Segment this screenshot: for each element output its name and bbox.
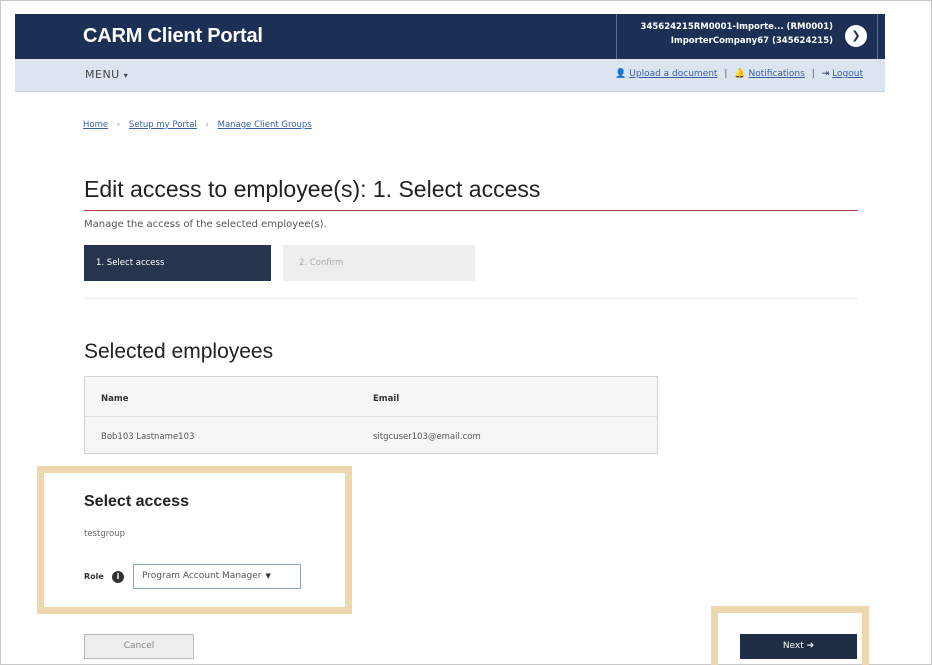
- breadcrumb-separator: ›: [205, 120, 209, 130]
- stepper-divider: [84, 298, 858, 299]
- breadcrumb-home[interactable]: Home: [83, 120, 108, 130]
- account-company: ImporterCompany67 (345624215): [670, 36, 833, 46]
- role-label: Role: [84, 572, 104, 581]
- table-header: Name Email: [85, 377, 657, 417]
- chevron-down-icon: ▾: [123, 71, 129, 80]
- account-name: 345624215RM0001-Importe... (RM0001): [640, 22, 833, 32]
- select-access-highlight: [37, 466, 352, 614]
- employee-email: sitgcuser103@email.com: [373, 432, 481, 442]
- column-header-email: Email: [373, 394, 400, 404]
- notifications-link[interactable]: Notifications: [748, 69, 804, 79]
- caret-down-icon: ▼: [265, 572, 271, 580]
- page-title: Edit access to employee(s): 1. Select ac…: [84, 176, 541, 202]
- title-divider: [84, 210, 858, 211]
- logout-icon: ⇥: [821, 69, 830, 79]
- select-access-title: Select access: [84, 493, 189, 510]
- menu-button[interactable]: MENU ▾: [85, 68, 128, 81]
- logout-link[interactable]: Logout: [832, 69, 863, 79]
- step-confirm: 2. Confirm: [283, 245, 475, 281]
- bell-icon: 🔔: [734, 69, 746, 79]
- next-button[interactable]: Next ➔: [740, 634, 857, 659]
- menu-bar: MENU ▾ 👤 Upload a document | 🔔 Notificatio…: [15, 59, 885, 92]
- breadcrumb-manage-client-groups[interactable]: Manage Client Groups: [218, 120, 312, 130]
- info-icon[interactable]: i: [112, 571, 124, 583]
- employee-name: Bob103 Lastname103: [101, 432, 195, 442]
- portal-header: CARM Client Portal 345624215RM0001-Impor…: [15, 14, 885, 59]
- chevron-down-icon[interactable]: ❯: [845, 25, 867, 47]
- separator: |: [811, 69, 815, 79]
- column-header-name: Name: [101, 394, 129, 404]
- upload-document-link[interactable]: Upload a document: [629, 69, 717, 79]
- separator: |: [724, 69, 728, 79]
- page-subtitle: Manage the access of the selected employ…: [84, 219, 327, 230]
- utility-links: 👤 Upload a document | 🔔 Notifications | ⇥ L…: [615, 69, 863, 79]
- role-select[interactable]: Program Account Manager ▼: [133, 564, 301, 589]
- breadcrumb-setup-portal[interactable]: Setup my Portal: [129, 120, 197, 130]
- table-row: Bob103 Lastname103 sitgcuser103@email.co…: [85, 417, 657, 453]
- selected-employees-title: Selected employees: [84, 340, 274, 363]
- cancel-button[interactable]: Cancel: [84, 634, 194, 659]
- user-icon: 👤: [615, 69, 627, 79]
- portal-title[interactable]: CARM Client Portal: [83, 25, 263, 48]
- group-name: testgroup: [84, 529, 126, 539]
- employees-table: Name Email Bob103 Lastname103 sitgcuser1…: [84, 376, 658, 454]
- menu-label: MENU: [85, 68, 120, 81]
- step-select-access: 1. Select access: [84, 245, 271, 281]
- role-selected-value: Program Account Manager: [142, 571, 262, 581]
- breadcrumb-separator: ›: [116, 120, 121, 130]
- account-switcher[interactable]: 345624215RM0001-Importe... (RM0001) Impo…: [616, 14, 878, 59]
- breadcrumb: Home › Setup my Portal › Manage Client G…: [83, 120, 312, 130]
